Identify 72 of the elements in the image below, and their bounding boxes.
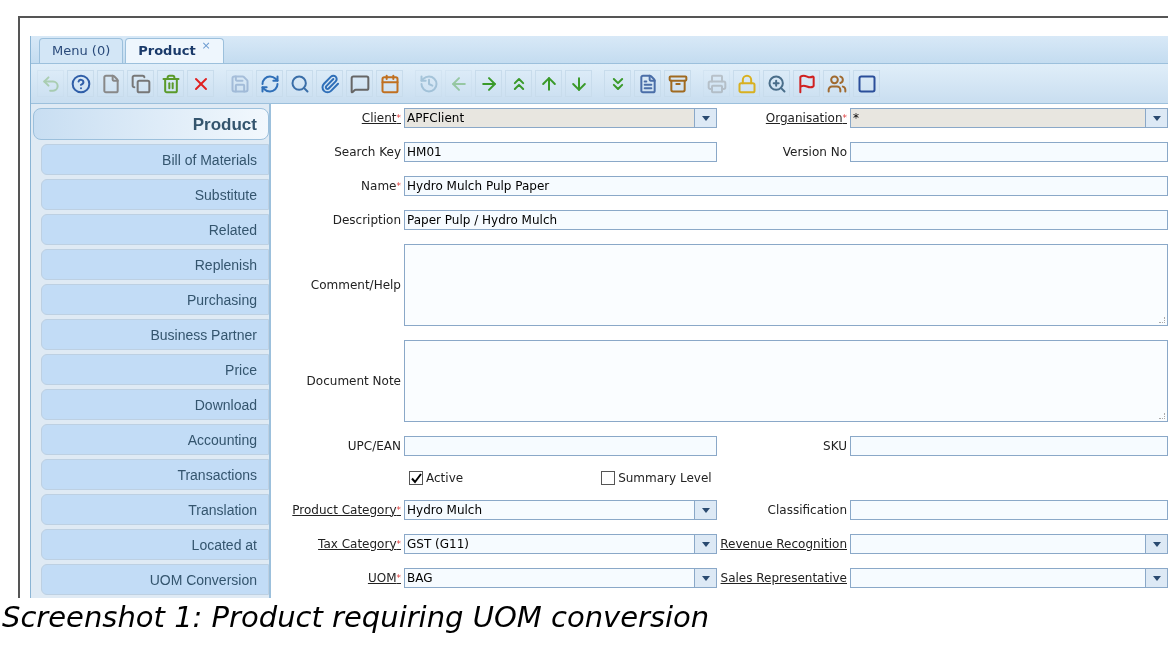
resize-grip-icon[interactable] xyxy=(1159,317,1165,323)
trash-icon[interactable] xyxy=(157,70,184,97)
checkbox-label: Summary Level xyxy=(618,471,712,485)
field-label: Tax Category* xyxy=(318,536,401,552)
sidebar-item[interactable]: Accounting xyxy=(41,424,269,455)
field-label: Name* xyxy=(361,178,401,194)
dropdown-field[interactable] xyxy=(850,568,1168,588)
input-field[interactable]: HM01 xyxy=(404,142,717,162)
field-label: Sales Representative xyxy=(720,570,847,586)
tab[interactable]: Product × xyxy=(125,38,224,63)
new-document-icon[interactable] xyxy=(97,70,124,97)
sidebar-item[interactable]: Product xyxy=(33,108,269,140)
input-field[interactable] xyxy=(404,436,717,456)
help-icon[interactable] xyxy=(67,70,94,97)
input-field[interactable] xyxy=(850,436,1168,456)
flag-icon[interactable] xyxy=(793,70,820,97)
field-label: Comment/Help xyxy=(310,277,401,293)
calendar-icon[interactable] xyxy=(376,70,403,97)
refresh-icon[interactable] xyxy=(256,70,283,97)
paperclip-icon[interactable] xyxy=(316,70,343,97)
field-label: Description xyxy=(332,212,401,228)
sidebar-item[interactable]: Replenish xyxy=(41,249,269,280)
dropdown-field[interactable]: Hydro Mulch xyxy=(404,500,717,520)
chat-icon[interactable] xyxy=(346,70,373,97)
field-label: Client* xyxy=(361,110,401,126)
copy-icon[interactable] xyxy=(127,70,154,97)
input-field[interactable]: Paper Pulp / Hydro Mulch xyxy=(404,210,1168,230)
tab[interactable]: Menu (0) xyxy=(39,38,124,63)
input-field[interactable]: Hydro Mulch Pulp Paper xyxy=(404,176,1168,196)
sidebar-item[interactable]: Purchasing xyxy=(41,284,269,315)
zoom-icon[interactable] xyxy=(763,70,790,97)
archive-icon[interactable] xyxy=(664,70,691,97)
sidebar-item[interactable]: Download xyxy=(41,389,269,420)
dropdown-field[interactable]: APFClient xyxy=(404,108,717,128)
people-icon[interactable] xyxy=(823,70,850,97)
sidebar-item[interactable]: Business Partner xyxy=(41,319,269,350)
field-label: Organisation* xyxy=(765,110,847,126)
field-label: Version No xyxy=(782,144,847,160)
resize-grip-icon[interactable] xyxy=(1159,413,1165,419)
last-record-icon[interactable] xyxy=(604,70,631,97)
checkbox[interactable] xyxy=(601,471,616,485)
first-record-icon[interactable] xyxy=(505,70,532,97)
field-label: Document Note xyxy=(306,373,401,389)
field-label: Classification xyxy=(767,502,847,518)
dropdown-field[interactable]: GST (G11) xyxy=(404,534,717,554)
dropdown-field[interactable]: BAG xyxy=(404,568,717,588)
sidebar-item[interactable]: Bill of Materials xyxy=(41,144,269,175)
sidebar-item[interactable]: UOM Conversion xyxy=(41,564,269,595)
field-label: SKU xyxy=(823,438,847,454)
caption: Screenshot 1: Product requiring UOM conversion xyxy=(2,599,710,636)
text-area[interactable] xyxy=(404,244,1168,326)
field-label: UPC/EAN xyxy=(347,438,401,454)
sidebar-item[interactable]: Transactions xyxy=(41,459,269,490)
input-field[interactable] xyxy=(850,500,1168,520)
delete-icon[interactable] xyxy=(187,70,214,97)
sidebar-item[interactable]: Substitute xyxy=(41,179,269,210)
sidebar-item[interactable]: Related xyxy=(41,214,269,245)
field-label: Product Category* xyxy=(292,502,401,518)
checkbox-label: Active xyxy=(426,471,464,485)
field-label: Search Key xyxy=(334,144,401,160)
search-icon[interactable] xyxy=(286,70,313,97)
field-label: UOM* xyxy=(367,570,401,586)
field-label: Revenue Recognition xyxy=(720,536,847,552)
sidebar-item[interactable]: Translation xyxy=(41,494,269,525)
checkbox[interactable] xyxy=(409,471,423,485)
sidebar-item[interactable]: Located at xyxy=(41,529,269,560)
dropdown-field[interactable] xyxy=(850,534,1168,554)
dropdown-field[interactable]: * xyxy=(850,108,1168,128)
sidebar-item[interactable]: Price xyxy=(41,354,269,385)
text-area[interactable] xyxy=(404,340,1168,422)
report-icon[interactable] xyxy=(634,70,661,97)
input-field[interactable] xyxy=(850,142,1168,162)
